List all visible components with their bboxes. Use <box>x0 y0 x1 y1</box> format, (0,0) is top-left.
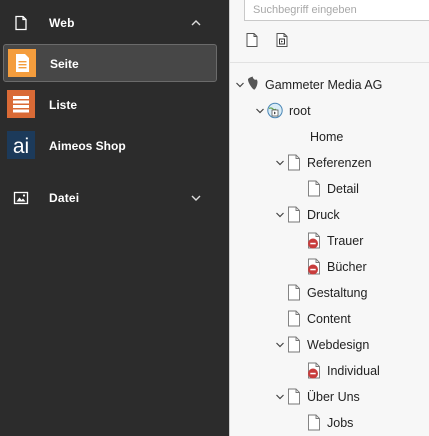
restricted-page-icon <box>308 258 320 275</box>
tree-node-label[interactable]: Druck <box>307 208 340 222</box>
page-icon <box>288 336 300 353</box>
tree-node-label[interactable]: root <box>289 104 311 118</box>
page-icon <box>308 180 320 197</box>
module-liste[interactable]: Liste <box>0 85 229 125</box>
new-page-icon[interactable] <box>244 32 260 48</box>
page-icon <box>288 388 300 405</box>
page-icon <box>288 154 300 171</box>
tree-node-label[interactable]: Home <box>310 130 343 144</box>
restricted-page-icon <box>308 232 320 249</box>
tree-node-label[interactable]: Referenzen <box>307 156 372 170</box>
aimeos-icon: ai <box>7 131 35 159</box>
page-icon <box>15 15 27 31</box>
page-icon <box>288 310 300 327</box>
tree-node-label[interactable]: Gestaltung <box>307 286 367 300</box>
root-page-icon <box>267 102 283 119</box>
module-aimeos-label: Aimeos Shop <box>49 139 126 153</box>
chevron-down-icon[interactable] <box>235 80 245 90</box>
tree-node-label[interactable]: Bücher <box>327 260 367 274</box>
chevron-down-icon[interactable] <box>275 340 285 350</box>
module-liste-label: Liste <box>49 98 78 112</box>
page-module-icon <box>8 49 36 77</box>
page-with-content-icon[interactable] <box>274 32 290 48</box>
tree-node-label[interactable]: Jobs <box>327 416 353 430</box>
module-seite-label: Seite <box>50 57 79 71</box>
tree-node-label[interactable]: Gammeter Media AG <box>265 78 382 92</box>
module-menu: Web Seite Liste ai Aimeos Shop Datei <box>0 0 229 436</box>
group-datei-label: Datei <box>49 191 80 205</box>
group-web[interactable]: Web <box>0 2 229 44</box>
tree-node-label[interactable]: Webdesign <box>307 338 369 352</box>
chevron-down-icon[interactable] <box>275 392 285 402</box>
tree-node-label[interactable]: Trauer <box>327 234 363 248</box>
tree-node-label[interactable]: Content <box>307 312 351 326</box>
chevron-down-icon[interactable] <box>275 158 285 168</box>
list-module-icon <box>7 90 35 118</box>
group-datei[interactable]: Datei <box>0 177 229 219</box>
tree-node-label[interactable]: Detail <box>327 182 359 196</box>
chevron-down-icon[interactable] <box>255 106 265 116</box>
module-aimeos-shop[interactable]: ai Aimeos Shop <box>0 126 229 166</box>
image-icon <box>13 191 29 205</box>
chevron-down-icon[interactable] <box>275 210 285 220</box>
svg-text:ai: ai <box>13 135 29 158</box>
page-icon <box>288 206 300 223</box>
tree-divider <box>230 62 429 63</box>
chevron-down-icon[interactable] <box>190 192 202 204</box>
typo3-logo-icon <box>248 76 258 90</box>
group-web-label: Web <box>49 16 75 30</box>
chevron-up-icon[interactable] <box>190 17 202 29</box>
tree-node-label[interactable]: Über Uns <box>307 390 360 404</box>
tree-node-label[interactable]: Individual <box>327 364 380 378</box>
restricted-page-icon <box>308 362 320 379</box>
page-icon <box>288 284 300 301</box>
tree-search-input[interactable] <box>244 0 429 21</box>
page-icon <box>308 414 320 431</box>
module-seite[interactable]: Seite <box>3 44 217 82</box>
page-tree-panel: Gammeter Media AG root Home Referenzen D… <box>229 0 429 436</box>
